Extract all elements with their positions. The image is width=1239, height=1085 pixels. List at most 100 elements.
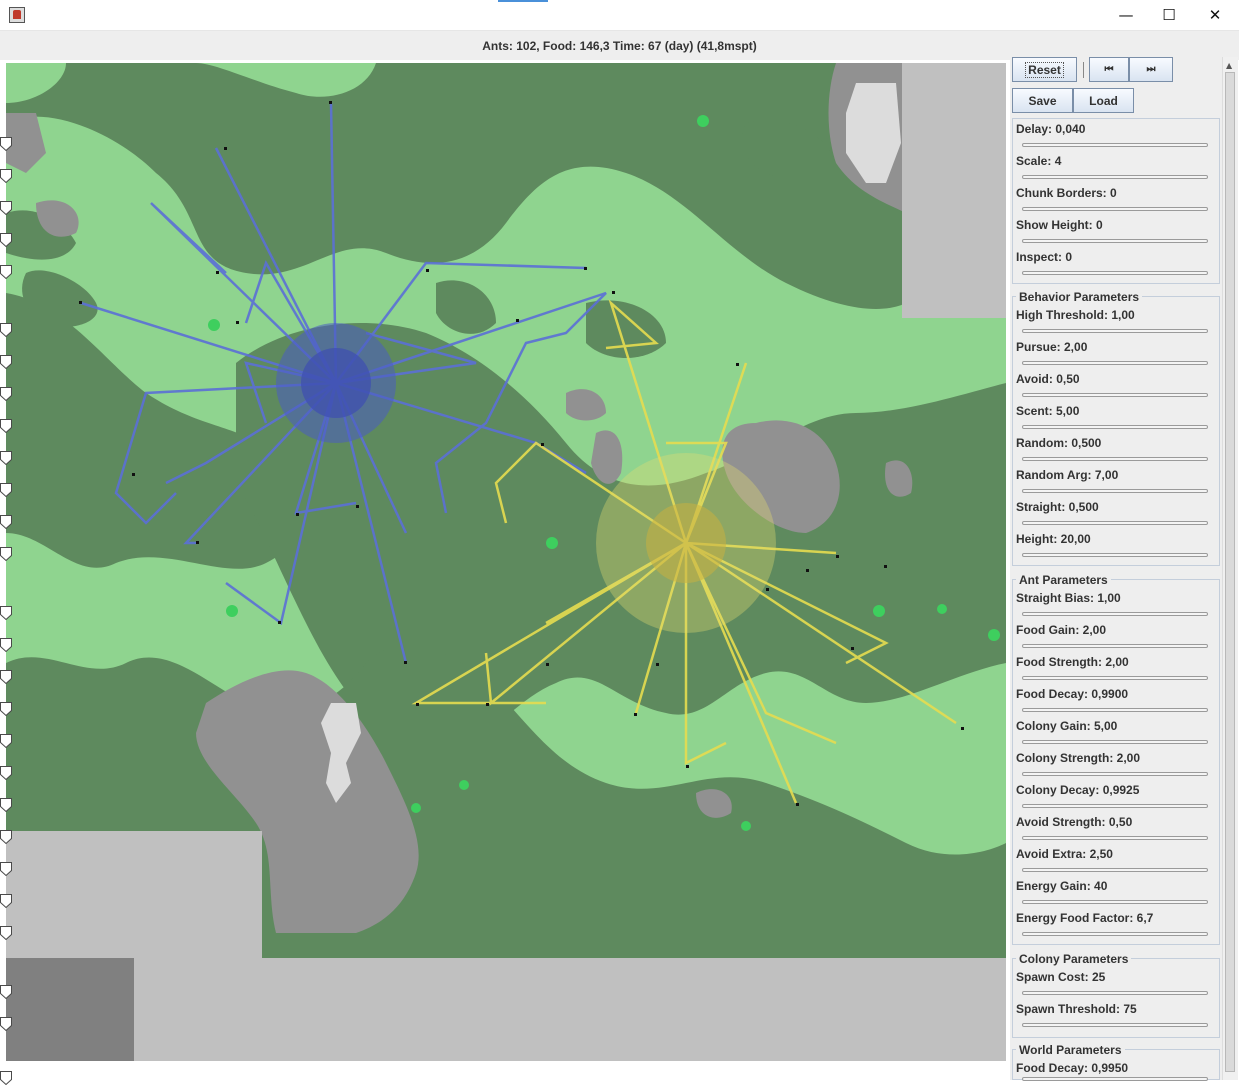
slider-thumb[interactable] (0, 355, 12, 369)
window-titlebar: — ☐ ✕ (0, 0, 1239, 31)
step-icon: ⏮ (1104, 64, 1114, 75)
pursue-label: Pursue: 2,00 (1016, 340, 1088, 354)
load-button[interactable]: Load (1073, 88, 1134, 113)
step-button[interactable]: ⏮ (1089, 57, 1129, 82)
slider-thumb[interactable] (0, 387, 12, 401)
slider-thumb[interactable] (0, 926, 12, 940)
avoid-label: Avoid: 0,50 (1016, 372, 1080, 386)
world-food-decay-label: Food Decay: 0,9950 (1016, 1061, 1129, 1075)
save-button[interactable]: Save (1012, 88, 1073, 113)
colony-strength-slider[interactable] (1022, 772, 1208, 776)
high-threshold-label: High Threshold: 1,00 (1016, 308, 1135, 322)
slider-thumb[interactable] (0, 137, 12, 151)
random-arg-slider[interactable] (1022, 489, 1208, 493)
slider-thumb[interactable] (0, 862, 12, 876)
simulation-map[interactable] (6, 63, 1006, 1061)
colony-gain-label: Colony Gain: 5,00 (1016, 719, 1118, 733)
slider-thumb[interactable] (0, 766, 12, 780)
food-strength-slider[interactable] (1022, 676, 1208, 680)
simulation-status: Ants: 102, Food: 146,3 Time: 67 (day) (4… (0, 31, 1239, 60)
spawn-threshold-slider[interactable] (1022, 1023, 1208, 1027)
food-strength-label: Food Strength: 2,00 (1016, 655, 1129, 669)
slider-thumb[interactable] (0, 547, 12, 561)
random-label: Random: 0,500 (1016, 436, 1102, 450)
inspect-slider[interactable] (1022, 271, 1208, 275)
straight-slider[interactable] (1022, 521, 1208, 525)
ant-parameters-title: Ant Parameters (1016, 573, 1111, 587)
avoid-strength-slider[interactable] (1022, 836, 1208, 840)
delay-slider[interactable] (1022, 143, 1208, 147)
spawn-threshold-label: Spawn Threshold: 75 (1016, 1002, 1137, 1016)
slider-thumb[interactable] (0, 798, 12, 812)
slider-thumb[interactable] (0, 1017, 12, 1031)
random-arg-label: Random Arg: 7,00 (1016, 468, 1119, 482)
show-height-slider[interactable] (1022, 239, 1208, 243)
food-gain-slider[interactable] (1022, 644, 1208, 648)
load-label: Load (1089, 93, 1118, 108)
titlebar-accent (498, 0, 548, 2)
food-decay-label: Food Decay: 0,9900 (1016, 687, 1129, 701)
slider-thumb[interactable] (0, 233, 12, 247)
energy-gain-slider[interactable] (1022, 900, 1208, 904)
slider-thumb[interactable] (0, 265, 12, 279)
slider-thumb[interactable] (0, 323, 12, 337)
scale-label: Scale: 4 (1016, 154, 1062, 168)
colony-decay-label: Colony Decay: 0,9925 (1016, 783, 1140, 797)
reset-button[interactable]: Reset (1012, 57, 1077, 82)
chunk-borders-label: Chunk Borders: 0 (1016, 186, 1117, 200)
slider-thumb[interactable] (0, 606, 12, 620)
maximize-button[interactable]: ☐ (1146, 0, 1192, 30)
slider-thumb[interactable] (0, 702, 12, 716)
spawn-cost-slider[interactable] (1022, 991, 1208, 995)
straight-bias-label: Straight Bias: 1,00 (1016, 591, 1121, 605)
world-food-decay-slider[interactable] (1022, 1077, 1208, 1081)
slider-thumb[interactable] (0, 451, 12, 465)
slider-thumb[interactable] (0, 670, 12, 684)
food-decay-slider[interactable] (1022, 708, 1208, 712)
blue-colony-nest (276, 323, 396, 443)
colony-gain-slider[interactable] (1022, 740, 1208, 744)
minimize-button[interactable]: — (1103, 0, 1149, 30)
straight-label: Straight: 0,500 (1016, 500, 1099, 514)
slider-thumb[interactable] (0, 638, 12, 652)
high-threshold-slider[interactable] (1022, 329, 1208, 333)
scroll-thumb[interactable] (1225, 72, 1235, 1072)
pursue-slider[interactable] (1022, 361, 1208, 365)
slider-thumb[interactable] (0, 894, 12, 908)
fast-forward-icon: ⏭ (1146, 64, 1156, 75)
fast-forward-button[interactable]: ⏭ (1129, 57, 1173, 82)
chunk-borders-slider[interactable] (1022, 207, 1208, 211)
random-slider[interactable] (1022, 457, 1208, 461)
slider-thumb[interactable] (0, 515, 12, 529)
avoid-extra-slider[interactable] (1022, 868, 1208, 872)
avoid-slider[interactable] (1022, 393, 1208, 397)
slider-thumb[interactable] (0, 734, 12, 748)
reset-label: Reset (1025, 61, 1064, 78)
colony-decay-slider[interactable] (1022, 804, 1208, 808)
slider-thumb[interactable] (0, 985, 12, 999)
slider-thumb[interactable] (0, 1071, 12, 1085)
energy-food-factor-label: Energy Food Factor: 6,7 (1016, 911, 1154, 925)
energy-food-factor-slider[interactable] (1022, 932, 1208, 936)
delay-label: Delay: 0,040 (1016, 122, 1086, 136)
scent-slider[interactable] (1022, 425, 1208, 429)
scale-slider[interactable] (1022, 175, 1208, 179)
yellow-colony-nest (596, 453, 776, 633)
spawn-cost-label: Spawn Cost: 25 (1016, 970, 1106, 984)
scent-label: Scent: 5,00 (1016, 404, 1080, 418)
panel-scrollbar[interactable]: ▲ (1222, 57, 1238, 1080)
height-slider[interactable] (1022, 553, 1208, 557)
slider-thumb[interactable] (0, 483, 12, 497)
slider-thumb[interactable] (0, 201, 12, 215)
food-gain-label: Food Gain: 2,00 (1016, 623, 1107, 637)
close-button[interactable]: ✕ (1192, 0, 1238, 30)
behavior-parameters-title: Behavior Parameters (1016, 290, 1143, 304)
slider-thumb[interactable] (0, 419, 12, 433)
slider-thumb[interactable] (0, 830, 12, 844)
slider-thumb[interactable] (0, 169, 12, 183)
straight-bias-slider[interactable] (1022, 612, 1208, 616)
avoid-extra-label: Avoid Extra: 2,50 (1016, 847, 1113, 861)
scroll-up-icon[interactable]: ▲ (1226, 61, 1232, 70)
colony-strength-label: Colony Strength: 2,00 (1016, 751, 1141, 765)
show-height-label: Show Height: 0 (1016, 218, 1103, 232)
